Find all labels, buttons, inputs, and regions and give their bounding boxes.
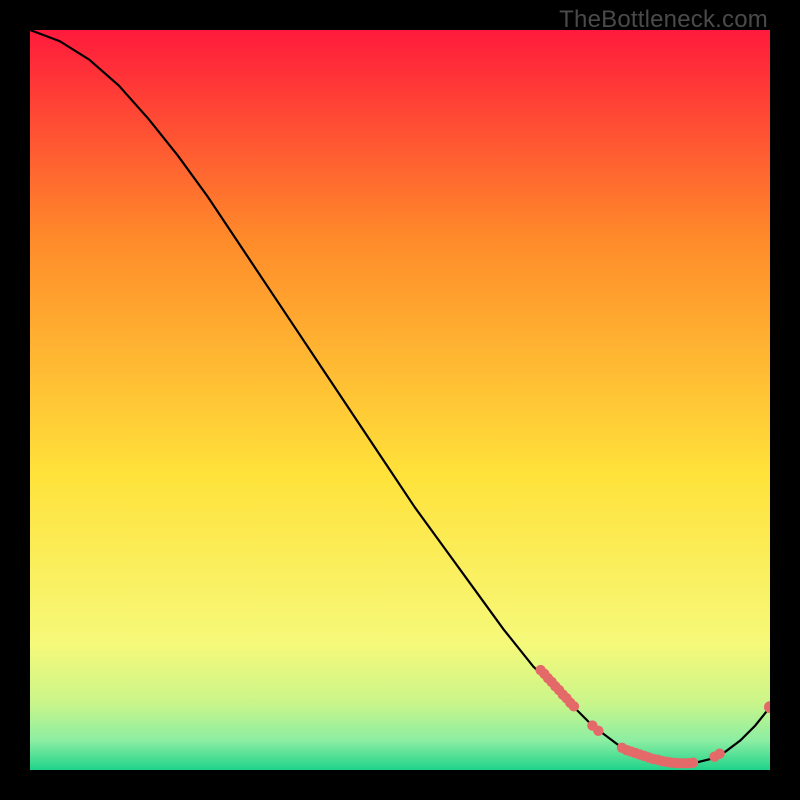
marker-cluster-B: [593, 726, 603, 736]
marker-cluster-C: [688, 758, 698, 768]
marker-cluster-D: [714, 749, 724, 759]
chart-stage: TheBottleneck.com: [0, 0, 800, 800]
marker-cluster-A: [569, 701, 579, 711]
data-markers: [535, 665, 770, 769]
bottleneck-curve: [30, 30, 770, 763]
curve-layer: [30, 30, 770, 770]
marker-end-point: [764, 701, 770, 713]
plot-area: [30, 30, 770, 770]
